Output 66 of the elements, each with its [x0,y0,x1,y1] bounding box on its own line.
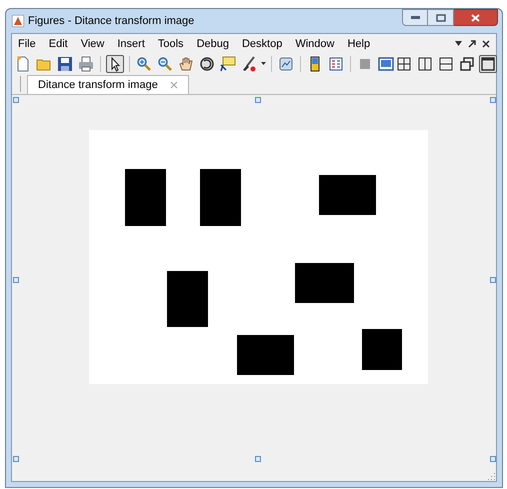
menu-item[interactable]: Insert [117,36,145,52]
pointer-arrow-button[interactable] [106,55,124,73]
maximize-layout-button[interactable] [479,55,497,73]
hand-icon [178,56,194,72]
zoom-out-button[interactable] [156,55,174,73]
linked-plots-button[interactable] [277,55,295,73]
menu-item[interactable]: View [80,36,104,52]
float-windows-icon [459,56,475,72]
undock-arrow-icon[interactable] [468,40,476,48]
menu-item[interactable]: Window [295,36,334,52]
selection-handle[interactable] [255,97,261,103]
app-logo-icon [12,15,24,27]
minimize-icon [410,16,420,19]
menu-item[interactable]: File [18,36,36,52]
grid-layout-button[interactable] [395,55,413,73]
grid-layout-icon [396,56,412,72]
window-title: Figures - Ditance transform image [28,14,194,29]
selection-handle[interactable] [255,456,261,462]
maximize-layout-icon [480,56,496,72]
restore-icon [436,14,446,22]
resize-grip-icon[interactable] [487,472,495,480]
data-cursor-button[interactable] [219,55,237,73]
selection-handle[interactable] [13,97,19,103]
data-cursor-icon [220,56,236,72]
square-icon [357,56,373,72]
columns-layout-button[interactable] [416,55,434,73]
selection-handle[interactable] [13,456,19,462]
minimize-button[interactable] [402,9,428,26]
selection-handle[interactable] [490,277,496,283]
window-button[interactable] [377,55,395,73]
close-button[interactable] [454,9,498,26]
linked-plots-icon [278,56,294,72]
printer-icon [78,56,94,72]
save-button[interactable] [56,55,74,73]
maximize-button[interactable] [428,9,454,26]
columns-layout-icon [417,56,433,72]
rotate-button[interactable] [198,55,216,73]
selection-handle[interactable] [490,456,496,462]
rows-layout-icon [438,56,454,72]
save-icon [57,56,73,72]
selection-handle[interactable] [13,277,19,283]
rotate-icon [199,56,215,72]
close-icon[interactable] [482,40,490,48]
float-windows-button[interactable] [458,55,476,73]
menu-item[interactable]: Debug [196,36,229,52]
rows-layout-button[interactable] [437,55,455,73]
window-icon [378,56,394,72]
menu-item[interactable]: Help [347,36,370,52]
brush-icon [241,56,257,72]
figure-tab[interactable]: Ditance transform image [27,75,189,94]
brush-button[interactable] [240,55,258,73]
selection-handle[interactable] [490,97,496,103]
close-icon [471,14,480,22]
dock-caret-icon[interactable] [455,41,462,47]
menu-item[interactable]: Tools [158,36,184,52]
legend-icon [328,56,344,72]
new-document-icon [15,56,31,72]
zoom-out-icon [157,56,173,72]
zoom-in-button[interactable] [135,55,153,73]
dropdown-caret-icon[interactable] [261,62,266,66]
printer-button[interactable] [77,55,95,73]
menu-item[interactable]: Edit [48,36,68,52]
zoom-in-icon [136,56,152,72]
legend-button[interactable] [327,55,345,73]
menu-item[interactable]: Desktop [242,36,282,52]
hand-button[interactable] [177,55,195,73]
